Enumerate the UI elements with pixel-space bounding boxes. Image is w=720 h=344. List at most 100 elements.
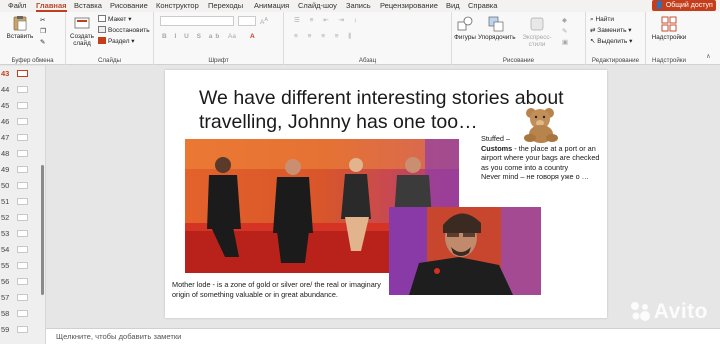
case-button[interactable]: Aa (228, 32, 236, 41)
shapes-button[interactable]: Фигуры (452, 16, 478, 41)
menu-bar: Файл Главная Вставка Рисование Конструкт… (0, 0, 720, 12)
align-buttons[interactable]: ≡ ≡ ≡ ≡ ⫼ (294, 32, 355, 41)
vocab-stuffed: Stuffed – (481, 134, 511, 143)
thumbnail-58[interactable]: 58 (0, 308, 46, 319)
thumbnail-47[interactable]: 47 (0, 132, 46, 143)
editing-group: ⌕ Найти ⇄ Заменить ▾ ↖ Выделить ▾ Редакт… (586, 12, 646, 65)
format-painter-button[interactable]: ✎ (40, 38, 45, 47)
thumbnail-59[interactable]: 59 (0, 324, 46, 335)
arrange-button[interactable]: Упорядочить (478, 16, 515, 41)
addins-grid-icon (661, 16, 677, 32)
tab-slideshow[interactable]: Слайд-шоу (298, 0, 337, 12)
tab-view[interactable]: Вид (446, 0, 460, 12)
font-format-buttons[interactable]: B I U S ab (162, 32, 222, 41)
thumbnail-55[interactable]: 55 (0, 260, 46, 271)
thumbnail-44[interactable]: 44 (0, 84, 46, 95)
arrange-icon (488, 16, 504, 32)
tab-home[interactable]: Главная (36, 0, 67, 12)
section-button[interactable]: Раздел ▾ (98, 37, 135, 46)
thumbnail-46[interactable]: 46 (0, 116, 46, 127)
vocabulary-text[interactable]: Stuffed – Customs - the place at a port … (481, 134, 603, 182)
copy-button[interactable]: ❐ (40, 27, 46, 36)
select-button[interactable]: ↖ Выделить ▾ (590, 37, 632, 46)
collapse-ribbon-button[interactable]: ∧ (706, 52, 711, 61)
find-button[interactable]: ⌕ Найти (590, 15, 614, 24)
tab-insert[interactable]: Вставка (74, 0, 102, 12)
thumbnail-image (17, 166, 28, 173)
paragraph-group-label: Абзац (358, 57, 377, 64)
addins-group-label: Надстройки (652, 57, 686, 64)
layout-button[interactable]: Макет ▾ (98, 15, 131, 24)
clipboard-group-label: Буфер обмена (11, 57, 54, 64)
brush-icon: ✎ (40, 39, 46, 46)
thumbnail-image (17, 230, 28, 237)
thumbnail-image (17, 86, 28, 93)
font-name-box[interactable] (160, 16, 234, 26)
new-slide-icon (74, 17, 90, 29)
slide-canvas[interactable]: We have different interesting stories ab… (165, 70, 607, 318)
thumbnail-57[interactable]: 57 (0, 292, 46, 303)
new-slide-button[interactable]: Создать слайд (69, 15, 95, 47)
tab-help[interactable]: Справка (468, 0, 497, 12)
font-size-box[interactable] (238, 16, 256, 26)
tab-review[interactable]: Рецензирование (380, 0, 438, 12)
shape-outline-button[interactable]: ✎ (562, 27, 567, 36)
tab-file[interactable]: Файл (8, 0, 26, 12)
paragraph-group: ☰ ≡ ⇤ ⇥ ↕ ≡ ≡ ≡ ≡ ⫼ Абзац (284, 12, 452, 65)
font-color-button[interactable]: A (250, 32, 255, 41)
font-group: AA B I U S ab Aa A Шрифт (154, 12, 284, 65)
thumbnail-56[interactable]: 56 (0, 276, 46, 287)
grow-font-button[interactable]: AA (260, 16, 268, 27)
replace-button[interactable]: ⇄ Заменить ▾ (590, 26, 632, 35)
reset-icon (98, 26, 106, 33)
thumbnail-54[interactable]: 54 (0, 244, 46, 255)
thumbnail-image (17, 214, 28, 221)
thumbnail-image (17, 70, 28, 77)
reset-button[interactable]: Восстановить (98, 26, 150, 35)
addins-button[interactable]: Надстройки (648, 16, 690, 41)
cut-button[interactable]: ✂ (40, 16, 45, 25)
tab-animations[interactable]: Анимация (254, 0, 289, 12)
copy-icon: ❐ (40, 28, 46, 35)
clipboard-group: Вставить ✂ ❐ ✎ Буфер обмена (0, 12, 66, 65)
thumbnail-image (17, 102, 28, 109)
mother-lode-text[interactable]: Mother lode - is a zone of gold or silve… (172, 280, 390, 299)
tab-draw[interactable]: Рисование (110, 0, 148, 12)
list-buttons[interactable]: ☰ ≡ ⇤ ⇥ ↕ (294, 16, 361, 25)
thumbnail-51[interactable]: 51 (0, 196, 46, 207)
thumbnail-image (17, 246, 28, 253)
paste-button[interactable]: Вставить (6, 15, 34, 40)
thumbnail-43[interactable]: 43 (0, 68, 46, 79)
tab-design[interactable]: Конструктор (156, 0, 199, 12)
thumbnail-image (17, 294, 28, 301)
thumbnail-image (17, 262, 28, 269)
shape-fill-button[interactable]: ◆ (562, 16, 567, 25)
shape-effects-button[interactable]: ▣ (562, 38, 568, 47)
scissors-icon: ✂ (40, 17, 46, 24)
search-icon: ⌕ (590, 16, 594, 23)
thumbnail-45[interactable]: 45 (0, 100, 46, 111)
thumbnail-image (17, 278, 28, 285)
thumbnail-48[interactable]: 48 (0, 148, 46, 159)
quick-styles-button[interactable]: Экспресс-стили (516, 16, 558, 48)
thumbnail-image (17, 182, 28, 189)
closeup-photo[interactable] (389, 207, 541, 295)
tab-transitions[interactable]: Переходы (208, 0, 243, 12)
avito-watermark: Avito (629, 300, 708, 324)
thumbnail-49[interactable]: 49 (0, 164, 46, 175)
thumbnail-50[interactable]: 50 (0, 180, 46, 191)
thumbnail-image (17, 326, 28, 333)
section-icon (98, 37, 106, 44)
thumbnail-53[interactable]: 53 (0, 228, 46, 239)
thumbnail-scrollbar[interactable] (41, 165, 44, 295)
thumbnail-image (17, 118, 28, 125)
quick-styles-icon (530, 17, 544, 31)
addins-group: Надстройки Надстройки (646, 12, 692, 65)
thumbnail-52[interactable]: 52 (0, 212, 46, 223)
slide-thumbnail-pane: 43 44 45 46 47 48 49 50 51 52 53 54 55 5… (0, 66, 46, 344)
tab-record[interactable]: Запись (346, 0, 371, 12)
share-button[interactable]: 👤 Общий доступ (652, 0, 716, 11)
ribbon: Вставить ✂ ❐ ✎ Буфер обмена Создать слай… (0, 12, 720, 65)
notes-placeholder: Щелкните, чтобы добавить заметки (56, 332, 182, 341)
notes-pane[interactable]: Щелкните, чтобы добавить заметки (46, 328, 720, 344)
